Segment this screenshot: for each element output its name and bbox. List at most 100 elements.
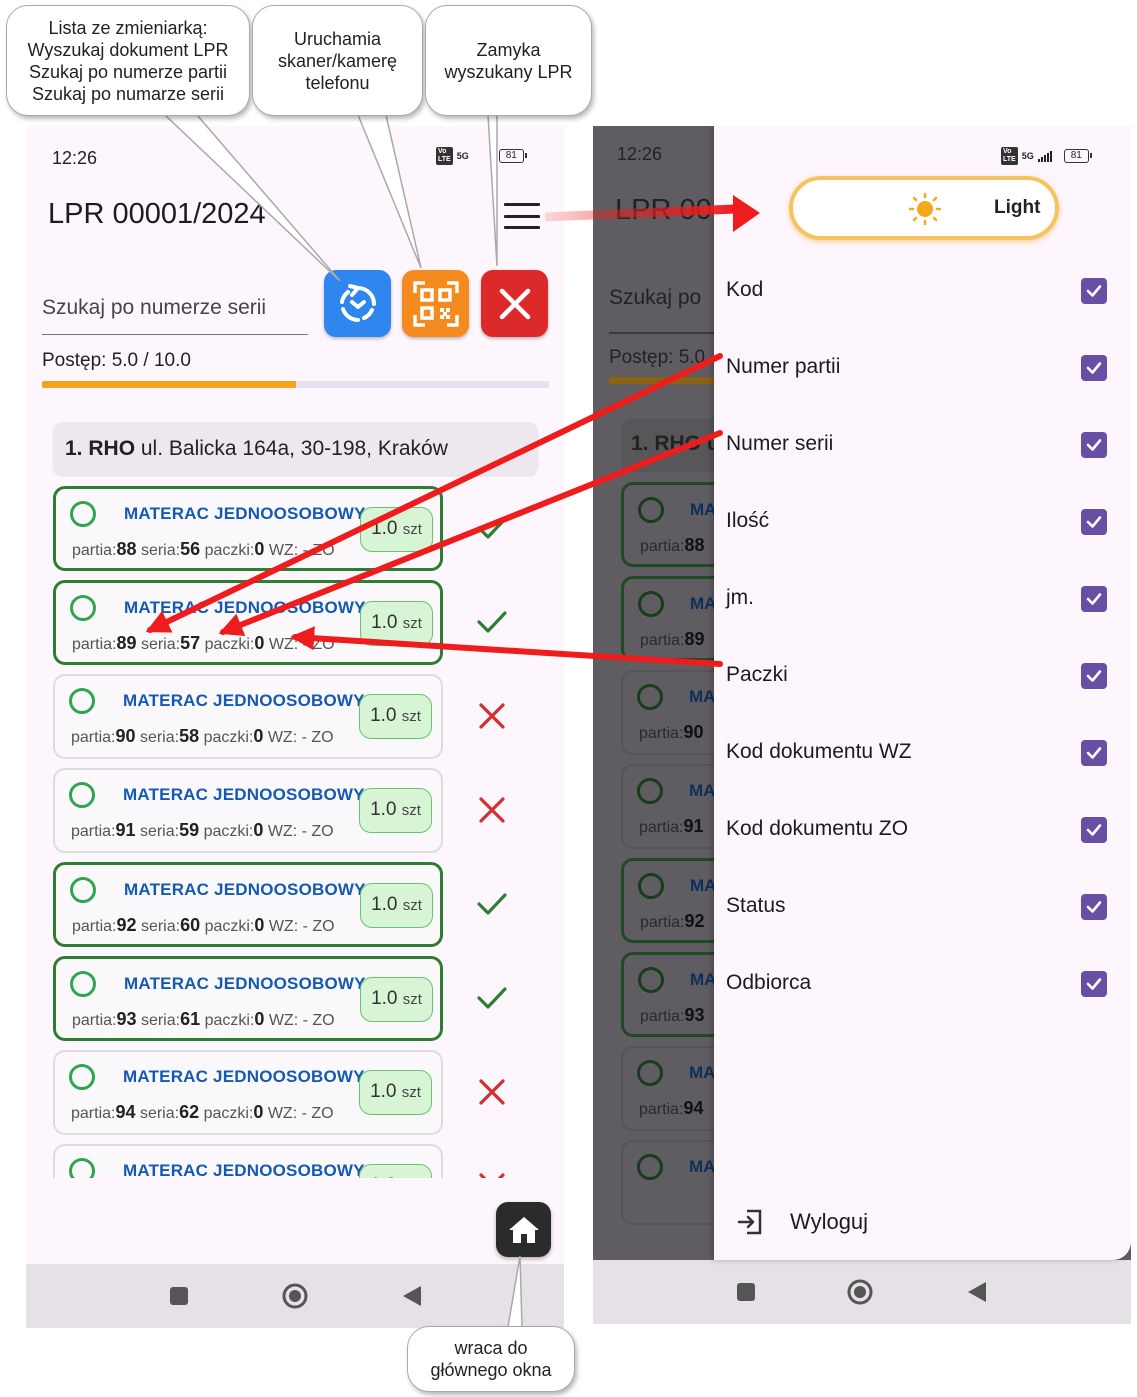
list-item[interactable]: MATERAC JEDNOOSOBOWY partia:94 seria:62 p… (53, 1050, 443, 1135)
search-input[interactable] (42, 271, 308, 334)
status-circle-icon[interactable] (69, 1158, 95, 1178)
column-checkbox[interactable] (1081, 586, 1107, 612)
paczki-label: paczki: (203, 729, 254, 746)
quantity-badge: 1.0 szt (360, 507, 433, 552)
status-circle-icon[interactable] (70, 501, 96, 527)
check-icon (1086, 747, 1102, 759)
search-field[interactable] (42, 271, 308, 335)
list-item[interactable]: MATERAC JEDNOOSOBOWYpartia:95 seria:63 p… (53, 1144, 443, 1178)
item-meta: partia:92 seria:60 paczki:0 WZ: - ZO (72, 915, 359, 936)
paczki-label: paczki: (203, 823, 254, 840)
column-toggle-row[interactable]: jm. (714, 572, 1131, 632)
nav-back-button[interactable] (398, 1282, 426, 1310)
circle-icon (282, 1283, 308, 1309)
item-name: MATERAC JEDNOOSOBOWY (124, 880, 366, 899)
column-checkbox[interactable] (1081, 817, 1107, 843)
status-circle-icon[interactable] (69, 782, 95, 808)
quantity-value: 1.0 (370, 705, 397, 726)
quantity-badge: 1.0 szt (360, 977, 433, 1022)
list-item[interactable]: MATERAC JEDNOOSOBOWY partia:90 seria:58 p… (53, 674, 443, 759)
item-meta: partia:91 seria:59 paczki:0 WZ: - ZO (71, 820, 358, 841)
column-checkbox[interactable] (1081, 278, 1107, 304)
column-toggle-row[interactable]: Kod dokumentu WZ (714, 726, 1131, 786)
partia-label: partia: (71, 1105, 116, 1122)
progress-bar-fill (42, 381, 296, 388)
list-item[interactable]: MATERAC JEDNOOSOBOWY partia:89 seria:57 p… (53, 580, 443, 665)
status-circle-icon[interactable] (70, 595, 96, 621)
nav-recents-button[interactable] (732, 1278, 760, 1306)
seria-label: seria: (140, 1012, 181, 1029)
partia-value: 89 (684, 629, 705, 649)
column-checkbox[interactable] (1081, 740, 1107, 766)
partia-label: partia: (72, 542, 117, 559)
quantity-badge: 1.0 szt (359, 1164, 432, 1178)
quantity-value: 1.0 (371, 988, 398, 1009)
seria-label: seria: (140, 542, 181, 559)
column-checkbox[interactable] (1081, 355, 1107, 381)
wz-zo-label: WZ: - ZO (268, 1012, 335, 1029)
seria-value: 61 (180, 1009, 201, 1029)
status-circle-icon[interactable] (69, 688, 95, 714)
logout-button[interactable]: Wyloguj (736, 1204, 868, 1240)
partia-value: 94 (115, 1102, 136, 1122)
column-toggle-row[interactable]: Numer serii (714, 418, 1131, 478)
item-name-dimmed: MA (689, 1157, 716, 1176)
status-circle-icon (638, 967, 664, 993)
theme-toggle[interactable]: Light (789, 176, 1059, 240)
scanner-button[interactable] (402, 270, 469, 337)
list-item[interactable]: MATERAC JEDNOOSOBOWY partia:92 seria:60 p… (53, 862, 443, 947)
column-checkbox[interactable] (1081, 663, 1107, 689)
nav-back-button[interactable] (963, 1278, 991, 1306)
column-toggle-row[interactable]: Kod (714, 264, 1131, 324)
volte-icon: Vo LTE (436, 147, 453, 165)
column-checkbox[interactable] (1081, 971, 1107, 997)
phone-left-screen: 12:26 Vo LTE 5G 81 LPR 00001/2024 Szukaj… (26, 126, 564, 1328)
column-label: jm. (726, 586, 754, 609)
seria-value: 56 (180, 539, 201, 559)
item-meta-dimmed: partia:94 (639, 1098, 704, 1119)
cross-icon (475, 793, 509, 827)
checkmark-icon (475, 887, 509, 921)
network-5g-icon: 5G (1021, 150, 1034, 161)
status-circle-icon[interactable] (69, 1064, 95, 1090)
column-toggle-row[interactable]: Odbiorca (714, 957, 1131, 1017)
callout-line: Wyszukaj dokument LPR (27, 39, 229, 60)
nav-home-button[interactable] (281, 1282, 309, 1310)
list-item[interactable]: MATERAC JEDNOOSOBOWY partia:93 seria:61 p… (53, 956, 443, 1041)
status-time: 12:26 (617, 144, 663, 164)
list-item[interactable]: MATERAC JEDNOOSOBOWY partia:91 seria:59 p… (53, 768, 443, 853)
check-icon (1086, 978, 1102, 990)
partia-value: 93 (684, 1005, 705, 1025)
seria-label: seria: (139, 1105, 180, 1122)
item-meta-dimmed: partia:91 (639, 816, 704, 837)
close-lpr-button[interactable] (481, 270, 548, 337)
seria-value: 60 (180, 915, 201, 935)
wz-zo-label: WZ: - ZO (267, 1105, 334, 1122)
column-checkbox[interactable] (1081, 432, 1107, 458)
nav-recents-button[interactable] (165, 1282, 193, 1310)
seria-label: seria: (139, 729, 180, 746)
column-checkbox[interactable] (1081, 509, 1107, 535)
nav-home-button[interactable] (846, 1278, 874, 1306)
callout-line: skaner/kamerę (277, 50, 398, 71)
search-mode-dropdown-button[interactable] (324, 270, 391, 337)
partia-value: 92 (116, 915, 137, 935)
home-button[interactable] (496, 1202, 551, 1257)
column-checkbox[interactable] (1081, 894, 1107, 920)
status-circle-icon[interactable] (70, 877, 96, 903)
quantity-value: 1.0 (371, 612, 398, 633)
status-circle-icon[interactable] (70, 971, 96, 997)
menu-icon[interactable] (504, 203, 540, 229)
paczki-label: paczki: (204, 542, 255, 559)
item-list: MATERAC JEDNOOSOBOWY partia:88 seria:56 p… (53, 486, 553, 1178)
search-placeholder-dimmed: Szukaj po (609, 286, 702, 309)
item-name: MATERAC JEDNOOSOBOWY (123, 785, 365, 804)
column-toggle-row[interactable]: Kod dokumentu ZO (714, 803, 1131, 863)
column-toggle-row[interactable]: Numer partii (714, 341, 1131, 401)
list-item[interactable]: MATERAC JEDNOOSOBOWY partia:88 seria:56 p… (53, 486, 443, 571)
column-toggle-row[interactable]: Status (714, 880, 1131, 940)
column-toggle-row[interactable]: Paczki (714, 649, 1131, 709)
column-toggle-row[interactable]: Ilość (714, 495, 1131, 555)
paczki-value: 0 (254, 539, 265, 559)
back-triangle-icon (403, 1286, 421, 1306)
